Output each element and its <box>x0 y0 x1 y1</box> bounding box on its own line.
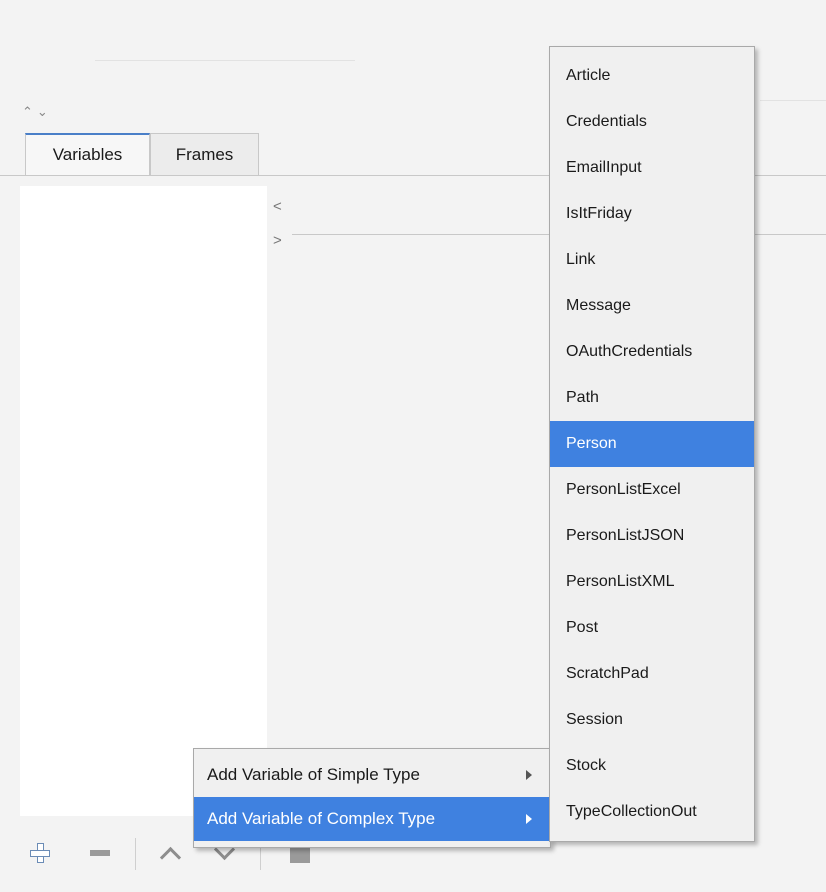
sash-left-arrow-icon[interactable]: < <box>273 198 282 215</box>
tab-frames[interactable]: Frames <box>150 133 259 175</box>
type-item-typecollectionout[interactable]: TypeCollectionOut <box>550 789 754 835</box>
chevron-up-icon <box>159 846 181 868</box>
add-variable-button[interactable] <box>22 832 58 874</box>
tab-variables[interactable]: Variables <box>25 133 150 175</box>
menu-item-add-complex-type[interactable]: Add Variable of Complex Type <box>194 797 550 841</box>
variables-list[interactable] <box>20 186 267 816</box>
minus-icon <box>90 850 110 856</box>
collapse-down-icon[interactable]: ⌄ <box>37 104 52 119</box>
type-item-oauthcredentials[interactable]: OAuthCredentials <box>550 329 754 375</box>
type-item-personlistexcel[interactable]: PersonListExcel <box>550 467 754 513</box>
type-item-post[interactable]: Post <box>550 605 754 651</box>
menu-item-label: Add Variable of Complex Type <box>207 809 436 828</box>
add-variable-context-menu: Add Variable of Simple Type Add Variable… <box>193 748 551 848</box>
type-item-path[interactable]: Path <box>550 375 754 421</box>
type-item-personlistxml[interactable]: PersonListXML <box>550 559 754 605</box>
sash-right-arrow-icon[interactable]: > <box>273 232 282 249</box>
type-item-session[interactable]: Session <box>550 697 754 743</box>
type-item-stock[interactable]: Stock <box>550 743 754 789</box>
background-divider <box>760 100 826 101</box>
type-item-scratchpad[interactable]: ScratchPad <box>550 651 754 697</box>
menu-item-add-simple-type[interactable]: Add Variable of Simple Type <box>194 753 550 797</box>
type-item-isitfriday[interactable]: IsItFriday <box>550 191 754 237</box>
type-item-message[interactable]: Message <box>550 283 754 329</box>
toolbar-separator <box>135 838 136 870</box>
menu-item-label: Add Variable of Simple Type <box>207 765 420 784</box>
remove-variable-button[interactable] <box>82 832 118 874</box>
background-divider <box>95 60 355 61</box>
tab-label: Variables <box>52 145 123 164</box>
type-item-credentials[interactable]: Credentials <box>550 99 754 145</box>
complex-type-submenu: Article Credentials EmailInput IsItFrida… <box>549 46 755 842</box>
collapse-up-icon[interactable]: ⌃ <box>22 104 37 119</box>
tab-label: Frames <box>175 144 234 164</box>
type-item-person[interactable]: Person <box>550 421 754 467</box>
move-up-button[interactable] <box>152 832 188 874</box>
type-item-personlistjson[interactable]: PersonListJSON <box>550 513 754 559</box>
type-item-link[interactable]: Link <box>550 237 754 283</box>
type-item-emailinput[interactable]: EmailInput <box>550 145 754 191</box>
plus-icon <box>30 843 50 863</box>
submenu-arrow-icon <box>526 770 532 780</box>
submenu-arrow-icon <box>526 814 532 824</box>
panel-collapse-toggle[interactable]: ⌃⌄ <box>22 104 52 120</box>
type-item-article[interactable]: Article <box>550 53 754 99</box>
